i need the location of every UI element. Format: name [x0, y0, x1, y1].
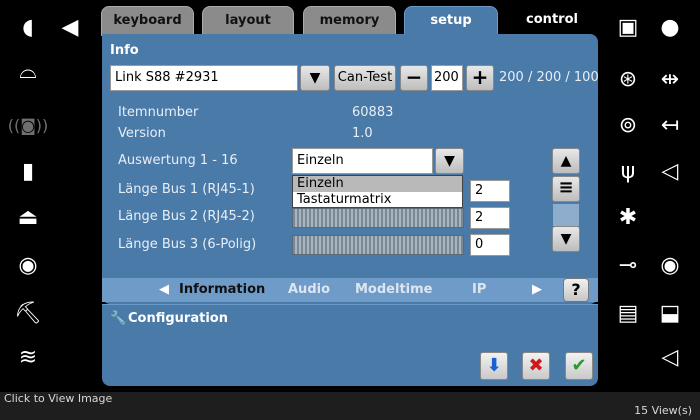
coupler-icon[interactable]: ⇹	[648, 66, 692, 94]
nav-ip[interactable]: IP	[472, 278, 486, 302]
right-sidebar: ▣ ● ⊛ ⇹ ⊚ ↤ ψ ◁ ✱ ⊸ ◉ ▤ ⬓ ◁	[600, 0, 700, 392]
version-label: Version	[118, 126, 166, 141]
tab-setup[interactable]: setup	[404, 6, 498, 36]
scroll-up-button[interactable]: ▲	[552, 148, 580, 174]
whistle-fan-icon[interactable]: ψ	[606, 158, 650, 186]
auswertung-options-list: Einzeln Tastaturmatrix	[292, 175, 463, 208]
main-tabs: keyboard layout memory setup control	[100, 6, 600, 36]
can-test-button[interactable]: Can-Test	[334, 65, 396, 91]
device-select[interactable]: Link S88 #2931	[110, 65, 298, 91]
bus2-value[interactable]: 2	[470, 207, 510, 229]
bus1-slider[interactable]	[292, 208, 464, 228]
configuration-title: Configuration	[128, 311, 228, 326]
nav-prev-arrow[interactable]: ◀	[159, 278, 169, 302]
help-button[interactable]: ?	[563, 278, 589, 302]
air-icon[interactable]: ↤	[648, 112, 692, 140]
coal-icon[interactable]: ●	[648, 14, 692, 42]
lamp-icon[interactable]: ⌓	[6, 58, 50, 86]
scroll-track[interactable]	[553, 204, 579, 226]
whistle-icon[interactable]: ⊸	[606, 252, 650, 280]
shovel-icon[interactable]: ⛏	[6, 300, 50, 328]
nav-audio[interactable]: Audio	[288, 278, 330, 302]
click-to-view-link[interactable]: Click to View Image	[4, 392, 112, 405]
auswertung-select[interactable]: Einzeln	[292, 148, 433, 174]
wrench-icon: 🔧	[110, 311, 127, 326]
left-sidebar: ◖ ◀ ⌓ ((◙)) ▮ ⏏ ◉ ⛏ ≋	[0, 0, 100, 392]
sound-loco-icon[interactable]: ((◙))	[6, 112, 50, 140]
signal-icon[interactable]: ≋	[6, 344, 50, 372]
stepper-summary: 200 / 200 / 100	[499, 70, 599, 85]
speaker-icon[interactable]: ◀	[48, 14, 92, 42]
cab-sound-icon[interactable]: ◉	[648, 252, 692, 280]
panto-icon[interactable]: ▮	[6, 158, 50, 186]
itemnumber-label: Itemnumber	[118, 105, 199, 120]
bus1-value[interactable]: 2	[470, 180, 510, 202]
device-select-dropdown-button[interactable]: ▼	[300, 65, 330, 91]
nav-information[interactable]: Information	[179, 278, 265, 302]
bus2-label: Länge Bus 2 (RJ45-2)	[118, 209, 255, 224]
itemnumber-value: 60883	[352, 105, 394, 120]
horn-icon[interactable]: ◖	[6, 14, 50, 42]
bus3-slider[interactable]	[292, 235, 464, 255]
download-button[interactable]: ⬇	[480, 352, 508, 380]
weight-icon[interactable]: ⏏	[6, 204, 50, 232]
scroll-down-button[interactable]: ▼	[552, 226, 580, 252]
bus1-label: Länge Bus 1 (RJ45-1)	[118, 182, 255, 197]
footer-bar: Click to View Image 15 View(s)	[0, 392, 700, 420]
decrement-button[interactable]: −	[400, 65, 428, 91]
tab-keyboard[interactable]: keyboard	[101, 6, 194, 36]
option-einzeln[interactable]: Einzeln	[293, 176, 462, 192]
brake-icon[interactable]: ⊚	[606, 112, 650, 140]
option-tastaturmatrix[interactable]: Tastaturmatrix	[293, 192, 462, 208]
increment-button[interactable]: +	[466, 65, 494, 91]
bus3-value[interactable]: 0	[470, 234, 510, 256]
wifi-loco-icon[interactable]: ◉	[6, 252, 50, 280]
auswertung-label: Auswertung 1 - 16	[118, 153, 238, 168]
view-count: 15 View(s)	[634, 404, 692, 417]
stepper-input[interactable]: 200	[431, 65, 463, 91]
horn2-icon[interactable]: ◁	[648, 158, 692, 186]
cargo-icon[interactable]: ⬓	[648, 300, 692, 328]
loco-light-icon[interactable]: ▤	[606, 300, 650, 328]
loco-sound-icon[interactable]: ▣	[606, 14, 650, 42]
scroll-handle[interactable]: ≡	[552, 176, 580, 202]
fan-icon[interactable]: ✱	[606, 204, 650, 232]
version-value: 1.0	[352, 126, 373, 141]
tab-memory[interactable]: memory	[303, 6, 396, 36]
nav-modeltime[interactable]: Modeltime	[355, 278, 432, 302]
confirm-button[interactable]: ✔	[565, 352, 593, 380]
wheel-sound-icon[interactable]: ⊛	[606, 66, 650, 94]
info-section-title: Info	[110, 43, 139, 58]
info-navbar: ◀ Information Audio Modeltime IP ▶ ?	[102, 278, 598, 302]
tab-control[interactable]: control	[504, 6, 600, 36]
auswertung-dropdown-button[interactable]: ▼	[435, 148, 464, 174]
horn3-icon[interactable]: ◁	[648, 344, 692, 372]
bus3-label: Länge Bus 3 (6-Polig)	[118, 237, 257, 252]
nav-next-arrow[interactable]: ▶	[532, 278, 542, 302]
cancel-button[interactable]: ✖	[522, 352, 550, 380]
tab-layout[interactable]: layout	[202, 6, 294, 36]
